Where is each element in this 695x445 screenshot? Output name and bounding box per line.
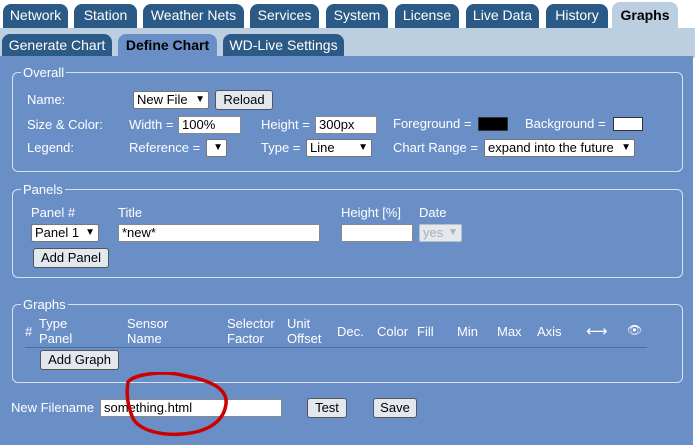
sensor-header: Sensor (127, 316, 169, 331)
tab-system[interactable]: System (326, 4, 388, 28)
chevron-down-icon: ▼ (448, 227, 458, 238)
height-percent-header: Height [%] (341, 205, 401, 220)
subtab-wd-live-settings[interactable]: WD-Live Settings (223, 34, 344, 58)
tab-station[interactable]: Station (74, 4, 137, 28)
background-color-swatch[interactable] (613, 117, 643, 131)
panels-legend: Panels (23, 182, 63, 197)
graphs-fieldset: Graphs (12, 297, 683, 383)
graphs-header-divider (25, 347, 647, 348)
type-select[interactable]: Line ▼ (306, 139, 372, 157)
chart-range-label: Chart Range = (393, 140, 478, 155)
type-select-value: Line (310, 140, 335, 155)
name-select[interactable]: New File ▼ (133, 91, 209, 109)
panel-number-select[interactable]: Panel 1 ▼ (31, 224, 99, 242)
max-header: Max (497, 324, 522, 339)
test-button[interactable]: Test (307, 398, 347, 418)
panel-header: Panel (39, 331, 73, 346)
title-header: Title (118, 205, 143, 220)
subtab-define-chart[interactable]: Define Chart (118, 34, 217, 58)
tab-license[interactable]: License (395, 4, 459, 28)
foreground-label: Foreground = (393, 116, 472, 131)
chevron-down-icon: ▼ (621, 142, 631, 153)
add-graph-button[interactable]: Add Graph (40, 350, 119, 370)
height-label: Height = (261, 117, 310, 132)
new-filename-label: New Filename (11, 400, 95, 415)
overall-legend: Overall (23, 65, 65, 80)
dec-header: Dec. (337, 324, 364, 339)
reload-button[interactable]: Reload (215, 90, 273, 110)
size-color-label: Size & Color: (27, 117, 103, 132)
factor-header: Factor (227, 331, 264, 346)
axis-header: Axis (537, 324, 562, 339)
chevron-down-icon: ▼ (358, 142, 368, 153)
tab-services[interactable]: Services (250, 4, 319, 28)
swap-arrow-icon: ⟷ (586, 323, 608, 340)
name-label: Name: (27, 92, 66, 107)
background-label: Background = (525, 116, 606, 131)
main-tab-bar: Network Station Weather Nets Services Sy… (0, 0, 695, 30)
chevron-down-icon: ▼ (85, 227, 95, 238)
tab-history[interactable]: History (546, 4, 608, 28)
tab-network[interactable]: Network (3, 4, 68, 28)
height-input[interactable]: 300px (315, 116, 377, 134)
reference-label: Reference = (129, 140, 201, 155)
panel-number-header: Panel # (31, 205, 76, 220)
chevron-down-icon: ▼ (213, 142, 223, 153)
color-header: Color (377, 324, 409, 339)
date-header: Date (419, 205, 447, 220)
add-panel-button[interactable]: Add Panel (33, 248, 109, 268)
chevron-down-icon: ▼ (195, 94, 205, 105)
tab-weather-nets[interactable]: Weather Nets (143, 4, 244, 28)
subtab-generate-chart[interactable]: Generate Chart (2, 34, 112, 58)
graphs-legend: Graphs (23, 297, 66, 312)
panel-number-value: Panel 1 (35, 225, 80, 240)
unit-header: Unit (287, 316, 311, 331)
define-chart-panel: Overall Name: New File ▼ Reload Size & C… (0, 56, 693, 445)
tab-graphs[interactable]: Graphs (612, 2, 678, 30)
width-input[interactable]: 100% (178, 116, 241, 134)
foreground-color-swatch[interactable] (478, 117, 508, 131)
selector-header: Selector (227, 316, 275, 331)
new-filename-input[interactable]: something.html (100, 399, 282, 417)
chart-range-select-value: expand into the future (488, 140, 614, 155)
graph-number-header: # (25, 324, 33, 339)
panel-date-select: yes ▼ (419, 224, 462, 242)
reference-select[interactable]: ▼ (206, 139, 227, 157)
min-header: Min (457, 324, 478, 339)
eye-icon: 👁 (627, 323, 643, 337)
fill-header: Fill (417, 324, 434, 339)
width-label: Width = (129, 117, 174, 132)
panel-date-value: yes (423, 225, 444, 240)
offset-header: Offset (287, 331, 322, 346)
panel-title-input[interactable]: *new* (118, 224, 320, 242)
name-select-value: New File (137, 92, 188, 107)
tab-live-data[interactable]: Live Data (466, 4, 539, 28)
sub-tab-bar: Generate Chart Define Chart WD-Live Sett… (0, 28, 695, 58)
legend-label: Legend: (27, 140, 74, 155)
name-header: Name (127, 331, 162, 346)
chart-range-select[interactable]: expand into the future ▼ (484, 139, 635, 157)
type-label: Type = (261, 140, 301, 155)
save-button[interactable]: Save (373, 398, 417, 418)
panel-height-input[interactable] (341, 224, 413, 242)
type-header: Type (39, 316, 68, 331)
